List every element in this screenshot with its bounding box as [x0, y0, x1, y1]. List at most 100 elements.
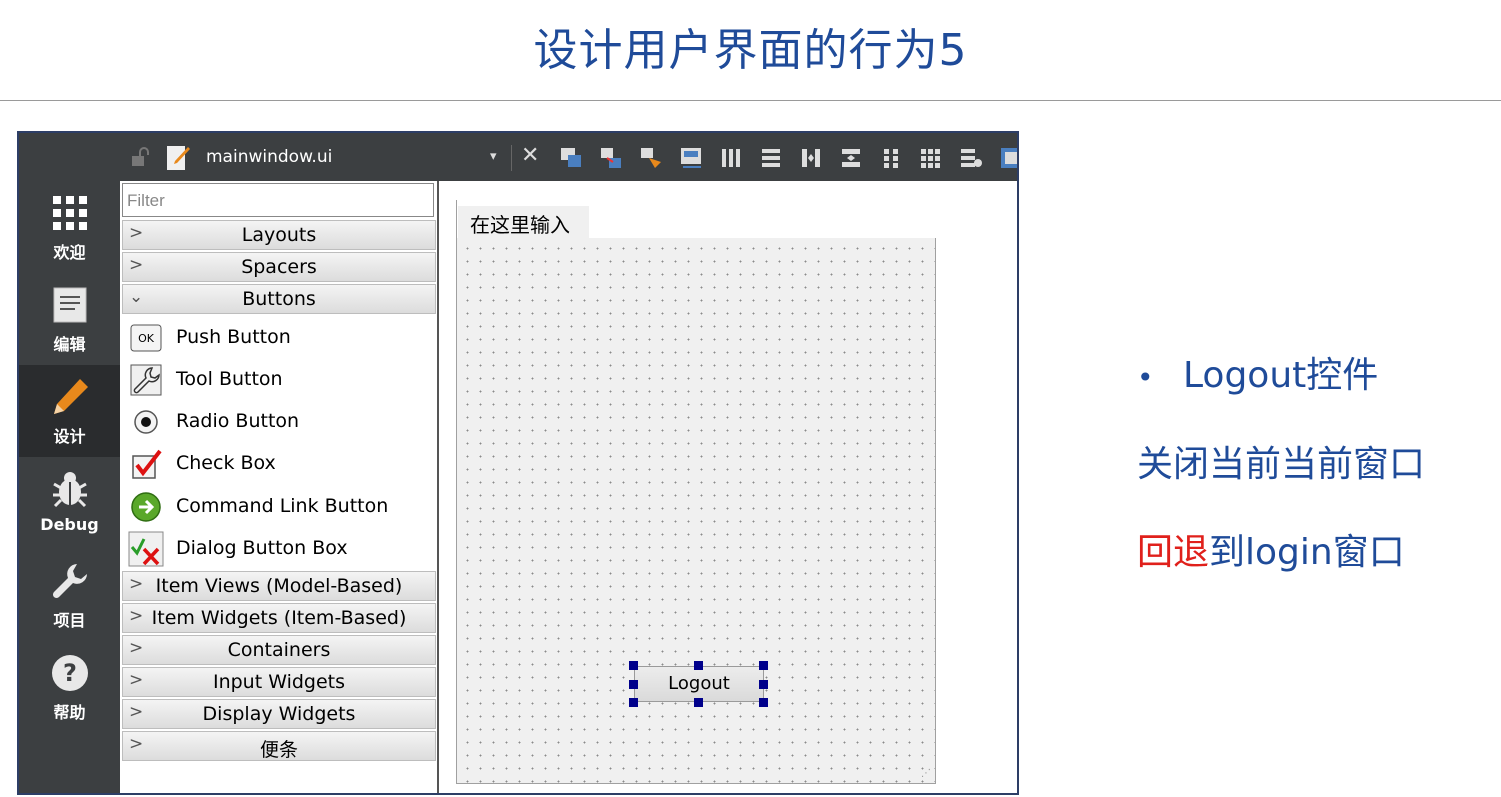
mode-debug[interactable]: Debug — [19, 457, 120, 549]
wrench-icon — [19, 557, 120, 605]
edit-widgets-icon[interactable] — [558, 145, 584, 171]
category-label: Input Widgets — [212, 671, 346, 693]
mode-label: Debug — [40, 515, 99, 534]
widget-box: Filter > Layouts > Spacers ⌄ Buttons OK … — [120, 181, 439, 793]
category-label: Spacers — [241, 256, 317, 278]
mode-label: 帮助 — [53, 703, 86, 722]
layout-grid-icon[interactable] — [918, 145, 944, 171]
main-window-form[interactable]: 在这里输入 Logout ⋰ — [456, 200, 937, 784]
selection-handle[interactable] — [629, 680, 638, 689]
category-label: Item Views (Model-Based) — [155, 575, 403, 597]
category-input-widgets[interactable]: > Input Widgets — [122, 667, 436, 697]
widget-label: Check Box — [176, 452, 276, 474]
category-display-widgets[interactable]: > Display Widgets — [122, 699, 436, 729]
widget-dialog-button-box[interactable]: Dialog Button Box — [128, 528, 428, 570]
category-label: Buttons — [242, 288, 316, 310]
widget-check-box[interactable]: Check Box — [128, 443, 428, 485]
widget-label: Tool Button — [176, 368, 283, 390]
category-buttons[interactable]: ⌄ Buttons — [122, 284, 436, 314]
category-scratchpad[interactable]: > 便条 — [122, 731, 436, 761]
note-line-return: 回退到login窗口 — [1137, 523, 1405, 575]
open-file-name[interactable]: mainwindow.ui — [206, 147, 332, 167]
dialog-button-box-icon — [128, 531, 164, 567]
category-layouts[interactable]: > Layouts — [122, 220, 436, 250]
bullet-icon: • — [1137, 360, 1154, 394]
designer-tools — [558, 145, 1017, 171]
mode-label: 编辑 — [53, 335, 86, 354]
selection-handle[interactable] — [629, 698, 638, 707]
ok-icon-text: OK — [138, 332, 155, 345]
mode-label: 项目 — [53, 611, 86, 630]
mode-projects[interactable]: 项目 — [19, 549, 120, 641]
category-spacers[interactable]: > Spacers — [122, 252, 436, 282]
mode-label: 设计 — [53, 427, 86, 446]
ui-file-icon — [166, 145, 190, 175]
close-document-icon[interactable]: ✕ — [521, 143, 539, 168]
selection-handle[interactable] — [759, 680, 768, 689]
edit-buddies-icon[interactable] — [638, 145, 664, 171]
widget-label: Radio Button — [176, 410, 300, 432]
selection-handle[interactable] — [694, 661, 703, 670]
help-icon: ? — [19, 649, 120, 697]
category-label: Display Widgets — [202, 703, 356, 725]
layout-splitter-v-icon[interactable] — [838, 145, 864, 171]
selection-handle[interactable] — [759, 698, 768, 707]
widget-label: Command Link Button — [176, 495, 389, 517]
file-dropdown-icon[interactable]: ▾ — [490, 149, 497, 164]
edit-signals-icon[interactable] — [598, 145, 624, 171]
widget-tool-button[interactable]: Tool Button — [128, 359, 428, 401]
form-menubar: 在这里输入 — [457, 200, 937, 238]
lock-icon[interactable] — [130, 147, 150, 171]
mode-edit[interactable]: 编辑 — [19, 273, 120, 365]
editor-toolbar: mainwindow.ui ▾ ✕ — [120, 133, 1017, 182]
widget-push-button[interactable]: OK Push Button — [128, 317, 428, 359]
mode-help[interactable]: ? 帮助 — [19, 641, 120, 733]
category-label: Layouts — [241, 224, 317, 246]
edit-tab-order-icon[interactable] — [678, 145, 704, 171]
push-button-icon: OK — [128, 321, 164, 355]
mode-label: 欢迎 — [53, 243, 86, 262]
pencil-icon — [19, 373, 120, 421]
note-highlight: 回退 — [1137, 532, 1210, 573]
layout-horizontal-icon[interactable] — [718, 145, 744, 171]
category-item-widgets[interactable]: > Item Widgets (Item-Based) — [122, 603, 436, 633]
logout-button[interactable]: Logout — [634, 666, 764, 702]
bullet-text: Logout控件 — [1183, 355, 1379, 396]
widget-radio-button[interactable]: Radio Button — [128, 401, 428, 443]
tool-button-icon — [128, 363, 164, 397]
qt-designer-screenshot: 欢迎 编辑 设计 Debug 项目 ? 帮助 mainwindow.ui ▾ ✕… — [17, 131, 1019, 795]
widget-filter-input[interactable]: Filter — [122, 183, 434, 217]
form-editor-area: 在这里输入 Logout ⋰ — [439, 181, 1017, 793]
resize-grip-icon[interactable]: ⋰ — [921, 768, 931, 779]
selection-handle[interactable] — [694, 698, 703, 707]
check-box-icon — [128, 447, 164, 481]
break-layout-icon[interactable] — [958, 145, 984, 171]
title-divider — [0, 100, 1501, 101]
widget-label: Push Button — [176, 326, 291, 348]
category-item-views[interactable]: > Item Views (Model-Based) — [122, 571, 436, 601]
layout-vertical-icon[interactable] — [758, 145, 784, 171]
note-text: 到login窗口 — [1209, 532, 1405, 573]
selection-handle[interactable] — [629, 661, 638, 670]
adjust-size-icon[interactable] — [998, 145, 1017, 171]
toolbar-separator — [511, 145, 512, 171]
mode-sidebar: 欢迎 编辑 设计 Debug 项目 ? 帮助 — [19, 133, 120, 793]
document-icon — [19, 281, 120, 329]
bullet-item: • Logout控件 — [1137, 346, 1378, 398]
category-label: Containers — [227, 639, 331, 661]
svg-text:?: ? — [63, 659, 77, 687]
widget-command-link-button[interactable]: Command Link Button — [128, 486, 428, 528]
menu-type-here[interactable]: 在这里输入 — [458, 206, 589, 238]
radio-button-icon — [128, 405, 164, 439]
layout-splitter-h-icon[interactable] — [798, 145, 824, 171]
category-label: Item Widgets (Item-Based) — [151, 607, 407, 629]
selection-handle[interactable] — [759, 661, 768, 670]
mode-design[interactable]: 设计 — [19, 365, 120, 457]
layout-form-icon[interactable] — [878, 145, 904, 171]
mode-welcome[interactable]: 欢迎 — [19, 181, 120, 273]
slide-title: 设计用户界面的行为5 — [533, 25, 968, 76]
widget-label: Dialog Button Box — [176, 537, 348, 559]
category-containers[interactable]: > Containers — [122, 635, 436, 665]
category-label: 便条 — [259, 739, 298, 761]
bug-icon — [19, 465, 120, 513]
